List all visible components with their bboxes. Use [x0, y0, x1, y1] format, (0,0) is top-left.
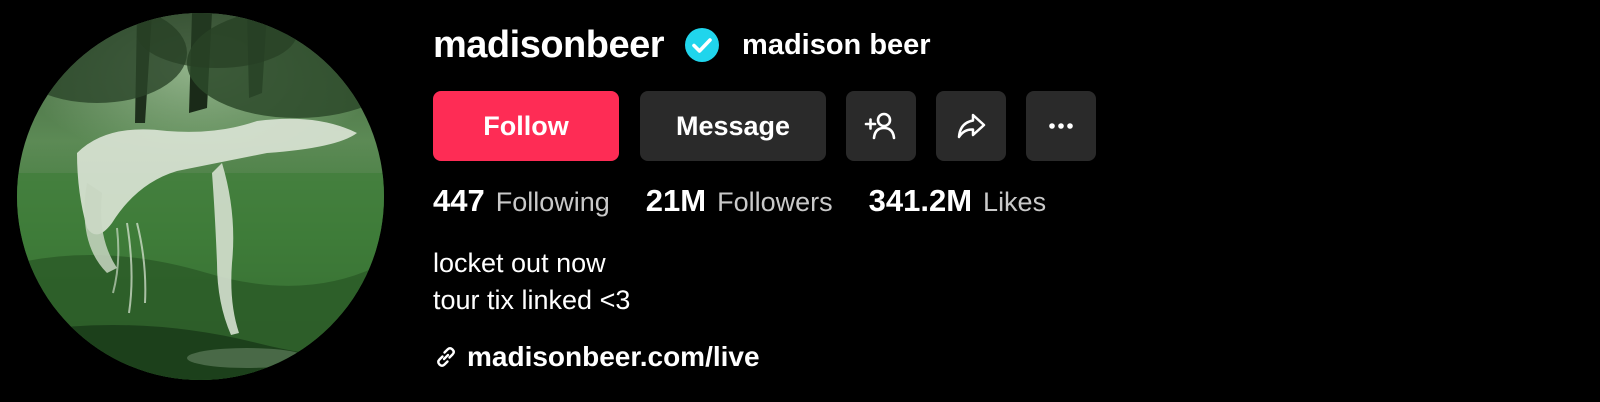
- share-arrow-icon: [957, 113, 986, 139]
- display-name: madison beer: [742, 29, 931, 61]
- bio: locket out now tour tix linked <3: [433, 245, 1533, 319]
- username: madisonbeer: [433, 24, 665, 66]
- link-icon: [433, 344, 459, 370]
- following-count: 447: [433, 183, 485, 218]
- following-stat[interactable]: 447 Following: [433, 183, 610, 219]
- action-buttons: Follow Message: [433, 91, 1533, 161]
- follow-button[interactable]: Follow: [433, 91, 619, 161]
- profile-info: madisonbeer madison beer Follow Message: [433, 22, 1533, 373]
- bio-line: tour tix linked <3: [433, 285, 631, 315]
- avatar[interactable]: [17, 13, 384, 380]
- likes-label: Likes: [983, 187, 1047, 217]
- bio-link-text[interactable]: madisonbeer.com/live: [467, 341, 760, 373]
- message-button[interactable]: Message: [640, 91, 826, 161]
- bio-link[interactable]: madisonbeer.com/live: [433, 341, 1533, 373]
- likes-count: 341.2M: [868, 183, 973, 218]
- person-plus-icon: [864, 112, 896, 140]
- followers-count: 21M: [645, 183, 707, 218]
- profile-header: madisonbeer madison beer Follow Message: [0, 0, 1600, 402]
- name-row: madisonbeer madison beer: [433, 22, 1533, 68]
- verified-badge-icon: [684, 27, 720, 63]
- followers-stat[interactable]: 21M Followers: [646, 183, 833, 219]
- share-button[interactable]: [936, 91, 1006, 161]
- stats-row: 447 Following 21M Followers 341.2M Likes: [433, 183, 1533, 223]
- bio-line: locket out now: [433, 248, 606, 278]
- following-label: Following: [495, 187, 610, 217]
- likes-stat: 341.2M Likes: [869, 183, 1046, 219]
- add-friend-button[interactable]: [846, 91, 916, 161]
- followers-label: Followers: [717, 187, 833, 217]
- more-dots-icon: [1049, 123, 1073, 129]
- avatar-image: [17, 13, 384, 380]
- more-options-button[interactable]: [1026, 91, 1096, 161]
